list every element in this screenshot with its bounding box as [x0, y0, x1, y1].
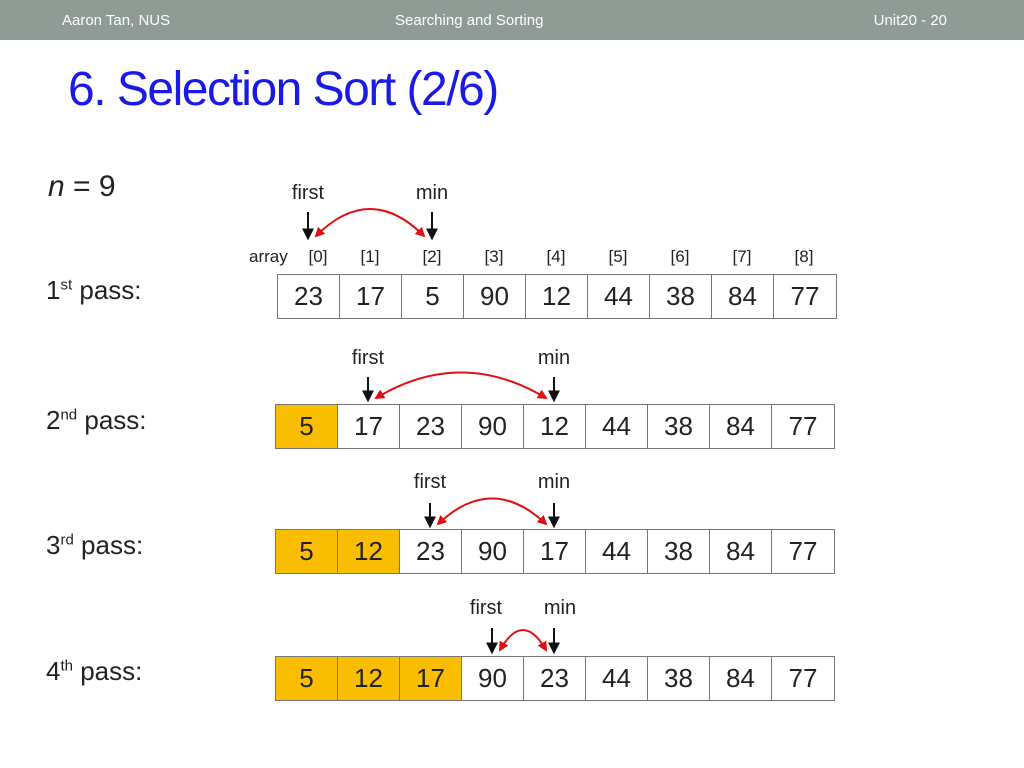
swap-arrow: [436, 497, 548, 526]
swap-arrow: [374, 371, 548, 400]
swap-arrow: [499, 629, 547, 652]
swap-arrow: [314, 208, 426, 238]
arrows-layer: [302, 208, 560, 655]
